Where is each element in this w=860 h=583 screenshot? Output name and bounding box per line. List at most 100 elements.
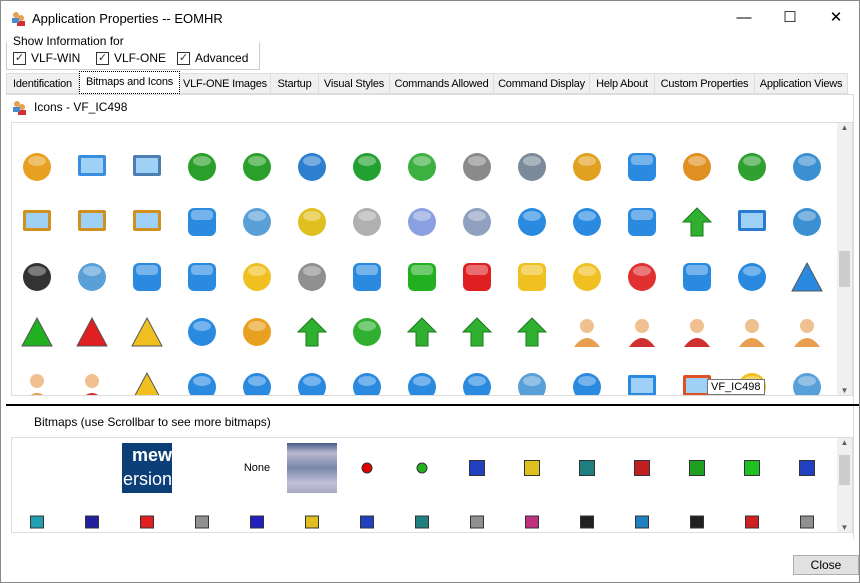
stop-icon[interactable] <box>680 260 714 294</box>
bar-chart-icon[interactable] <box>625 260 659 294</box>
skip-back-icon[interactable] <box>130 260 164 294</box>
user-red-icon[interactable] <box>625 315 659 349</box>
printer-icon[interactable] <box>295 205 329 239</box>
triangle-blue-icon[interactable] <box>790 260 824 294</box>
bitmap-icon[interactable] <box>250 515 264 529</box>
scroll-thumb[interactable] <box>839 251 850 287</box>
square-yellow-icon[interactable] <box>515 260 549 294</box>
up-circle-icon[interactable] <box>350 315 384 349</box>
cd-icon[interactable] <box>75 260 109 294</box>
bitmap-icon[interactable] <box>579 460 595 476</box>
arrow-up-icon[interactable] <box>295 315 329 349</box>
monitor-icon[interactable] <box>130 150 164 184</box>
tab-custom-properties[interactable]: Custom Properties <box>655 73 755 94</box>
globe-search-icon[interactable] <box>460 370 494 395</box>
unlock-icon[interactable] <box>240 315 274 349</box>
bitmap-icon[interactable] <box>690 515 704 529</box>
window-icon[interactable] <box>625 370 659 395</box>
bitmap-none[interactable]: None <box>244 462 270 474</box>
bitmap-icon[interactable] <box>744 460 760 476</box>
user-edit-icon[interactable] <box>20 370 54 395</box>
checkmark-icon[interactable] <box>405 150 439 184</box>
globe-icon[interactable] <box>185 370 219 395</box>
speaker-icon[interactable] <box>295 260 329 294</box>
bitmap-icon[interactable] <box>525 515 539 529</box>
binoculars-icon[interactable] <box>20 260 54 294</box>
arrow-right-icon[interactable] <box>680 205 714 239</box>
tab-visual-styles[interactable]: Visual Styles <box>319 73 390 94</box>
globe-down-icon[interactable] <box>295 370 329 395</box>
scroll-thumb[interactable] <box>839 455 850 485</box>
tab-startup[interactable]: Startup <box>271 73 319 94</box>
bitmap-icon[interactable] <box>305 515 319 529</box>
globe-music-icon[interactable] <box>405 370 439 395</box>
picture-icon[interactable] <box>20 205 54 239</box>
gears-icon[interactable] <box>515 150 549 184</box>
users-icon[interactable] <box>680 315 714 349</box>
bitmap-icon[interactable] <box>360 515 374 529</box>
check-circle-icon[interactable] <box>350 150 384 184</box>
arrow-up-left-icon[interactable] <box>460 315 494 349</box>
monitor-icon[interactable] <box>75 150 109 184</box>
picture-icon[interactable] <box>75 205 109 239</box>
user-add-icon[interactable] <box>735 315 769 349</box>
tab-commands-allowed[interactable]: Commands Allowed <box>390 73 494 94</box>
alarm-clock-icon[interactable] <box>735 260 769 294</box>
globe-up-icon[interactable] <box>570 370 604 395</box>
tab-identification[interactable]: Identification <box>6 73 79 94</box>
vlf-win-checkbox[interactable]: ✓ VLF-WIN <box>13 51 80 65</box>
bitmap-icon[interactable] <box>799 460 815 476</box>
play-icon[interactable] <box>185 205 219 239</box>
rewind-icon[interactable] <box>625 205 659 239</box>
star-icon[interactable] <box>570 260 604 294</box>
vlf-one-checkbox[interactable]: ✓ VLF-ONE <box>96 51 166 65</box>
picture-search-icon[interactable] <box>130 205 164 239</box>
bitmap-icon[interactable] <box>524 460 540 476</box>
scroll-up-icon[interactable]: ▲ <box>837 438 852 447</box>
scroll-down-icon[interactable]: ▼ <box>837 523 852 532</box>
square-red-icon[interactable] <box>460 260 494 294</box>
bitmap-icon[interactable] <box>195 515 209 529</box>
user-search-icon[interactable] <box>75 370 109 395</box>
icon-grid-scrollbar[interactable]: ▲ ▼ <box>837 123 852 395</box>
bitmap-icon[interactable] <box>140 515 154 529</box>
bitmap-photo[interactable] <box>287 443 337 493</box>
document-search-icon[interactable] <box>350 205 384 239</box>
user-remove-icon[interactable] <box>790 315 824 349</box>
bitmap-icon[interactable] <box>689 460 705 476</box>
bitmap-icon[interactable] <box>470 515 484 529</box>
bitmap-icon[interactable] <box>745 515 759 529</box>
refresh-icon[interactable] <box>570 205 604 239</box>
warning-icon[interactable] <box>130 370 164 395</box>
advanced-checkbox[interactable]: ✓ Advanced <box>177 51 248 65</box>
splitter[interactable] <box>6 404 859 406</box>
triangle-yellow-icon[interactable] <box>130 315 164 349</box>
scanner-icon[interactable] <box>790 205 824 239</box>
close-button[interactable]: Close <box>793 555 859 575</box>
bitmap-dot-icon[interactable] <box>361 462 373 474</box>
recycle-bin-icon[interactable] <box>405 205 439 239</box>
scroll-down-icon[interactable]: ▼ <box>837 386 852 395</box>
safe-icon[interactable] <box>460 150 494 184</box>
floppy-disk-icon[interactable] <box>735 205 769 239</box>
minimize-button[interactable]: — <box>721 1 767 35</box>
undo-icon[interactable] <box>185 315 219 349</box>
globe-icon[interactable] <box>240 370 274 395</box>
lock-icon[interactable] <box>20 150 54 184</box>
bitmap-icon[interactable] <box>415 515 429 529</box>
zoom-out-icon[interactable] <box>790 370 824 395</box>
bitmap-icon[interactable] <box>30 515 44 529</box>
music-notes-icon[interactable] <box>240 150 274 184</box>
tab-vlf-one-images[interactable]: VLF-ONE Images <box>180 73 271 94</box>
bitmap-grid-scrollbar[interactable]: ▲ ▼ <box>837 438 852 532</box>
magnifier-icon[interactable] <box>240 205 274 239</box>
square-green-icon[interactable] <box>405 260 439 294</box>
globe-music-icon[interactable] <box>350 370 384 395</box>
network-computer-icon[interactable] <box>295 150 329 184</box>
arrow-up-right-icon[interactable] <box>515 315 549 349</box>
bitmap-dot-icon[interactable] <box>416 462 428 474</box>
user-icon[interactable] <box>570 315 604 349</box>
bitmap-icon[interactable] <box>635 515 649 529</box>
recycle-bin-full-icon[interactable] <box>460 205 494 239</box>
close-window-button[interactable]: ✕ <box>813 1 859 35</box>
